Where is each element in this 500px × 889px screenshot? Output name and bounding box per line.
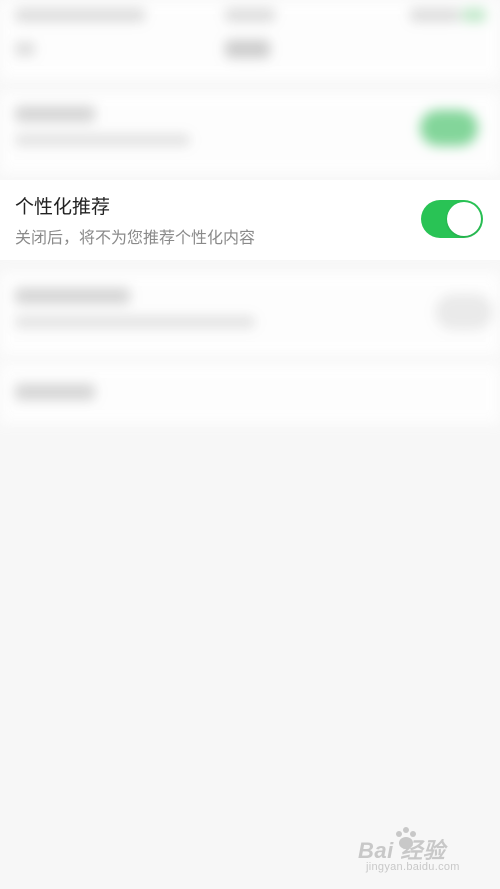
blurred-row-title [15, 288, 130, 304]
blurred-toggle [420, 110, 478, 146]
blurred-text [225, 8, 275, 22]
blurred-header [0, 0, 500, 80]
blurred-text [410, 8, 460, 22]
setting-description: 关闭后，将不为您推荐个性化内容 [15, 228, 256, 247]
setting-title: 个性化推荐 [15, 196, 111, 218]
blurred-toggle [435, 294, 493, 330]
setting-row-personalized-recommendation: 个性化推荐 关闭后，将不为您推荐个性化内容 [0, 180, 500, 260]
blurred-row-subtitle [15, 316, 255, 328]
paw-icon [396, 827, 416, 849]
personalized-recommendation-toggle[interactable] [421, 200, 483, 238]
blurred-setting-row [0, 92, 500, 174]
blurred-row-title [15, 106, 95, 122]
watermark-url: jingyan.baidu.com [366, 861, 460, 873]
blurred-indicator [462, 8, 486, 22]
blurred-setting-row [0, 364, 500, 424]
baidu-jingyan-watermark: Bai 经验 jingyan.baidu.com [358, 827, 478, 877]
blurred-row-subtitle [15, 134, 190, 146]
blurred-row-title [15, 384, 95, 400]
blurred-setting-row [0, 272, 500, 356]
blurred-text [15, 42, 35, 56]
blurred-text [225, 40, 270, 58]
toggle-knob [447, 202, 481, 236]
blurred-text [15, 8, 145, 22]
